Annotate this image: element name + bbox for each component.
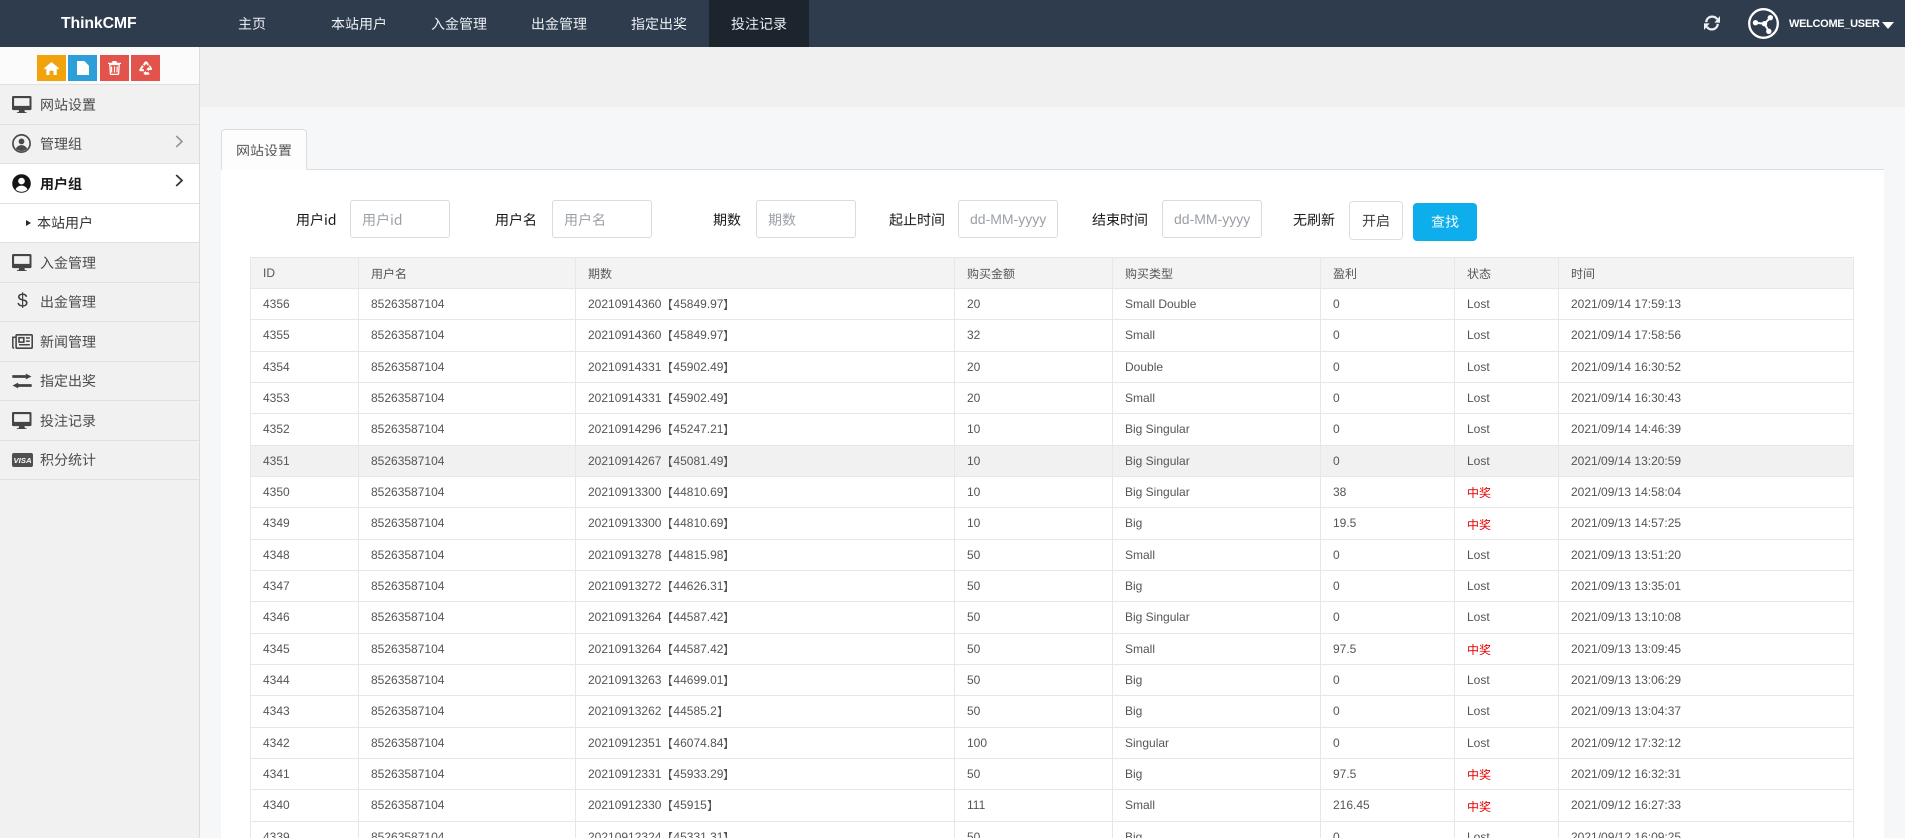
svg-text:VISA: VISA: [13, 456, 32, 465]
